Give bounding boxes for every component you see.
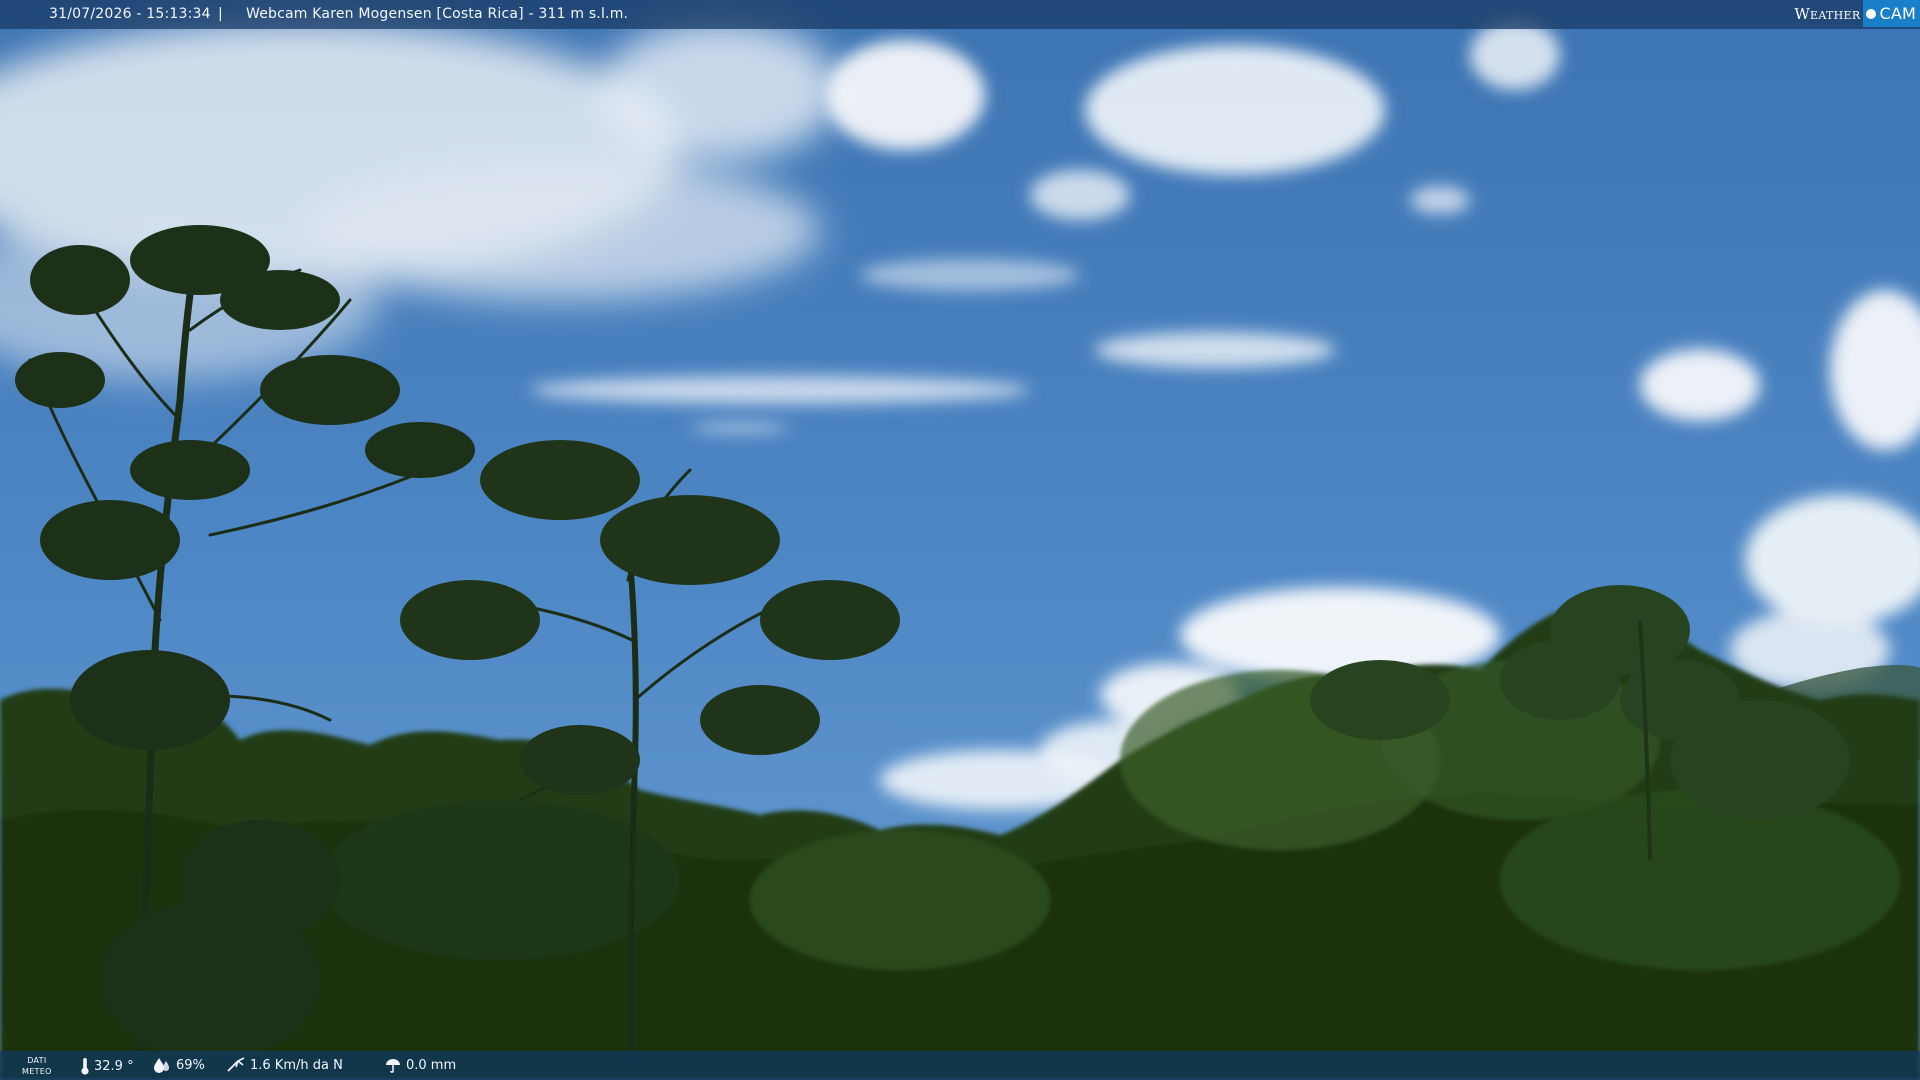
weather-label-line2: METEO [22, 1067, 52, 1076]
rain-value: 0.0 mm [406, 1057, 457, 1073]
brand-cam-box: CAM [1863, 0, 1920, 27]
timestamp: 31/07/2026 - 15:13:34 [49, 6, 211, 22]
brand-weather: Weather [1794, 4, 1861, 23]
brand-dot-icon [1866, 8, 1877, 19]
brand-logo: Weather CAM [1794, 0, 1920, 27]
weather-data-label: DATI METEO [22, 1055, 52, 1077]
webcam-title: Webcam Karen Mogensen [Costa Rica] - 311… [246, 6, 629, 22]
webcam-frame: 31/07/2026 - 15:13:34 | Webcam Karen Mog… [0, 0, 1920, 1080]
webcam-header-bar: 31/07/2026 - 15:13:34 | Webcam Karen Mog… [0, 0, 1920, 29]
brand-cam: CAM [1879, 4, 1916, 23]
thermometer-icon [81, 1058, 89, 1075]
temperature-reading: 32.9 ° [80, 1057, 134, 1075]
wind-value: 1.6 Km/h da N [250, 1057, 343, 1073]
weather-label-line1: DATI [27, 1056, 47, 1065]
weather-data-bar: DATI METEO 32.9 ° 69% 1.6 Km/h da N 0.0 … [0, 1051, 1920, 1080]
webcam-image [0, 0, 1920, 1080]
humidity-reading: 69% [152, 1057, 205, 1073]
rain-gauge-icon [386, 1059, 400, 1073]
temperature-value: 32.9 ° [94, 1058, 134, 1074]
wind-reading: 1.6 Km/h da N [226, 1057, 343, 1073]
humidity-icon [154, 1058, 169, 1073]
rain-reading: 0.0 mm [384, 1057, 456, 1073]
header-separator: | [218, 6, 223, 22]
wind-icon [227, 1057, 245, 1072]
humidity-value: 69% [176, 1057, 205, 1073]
